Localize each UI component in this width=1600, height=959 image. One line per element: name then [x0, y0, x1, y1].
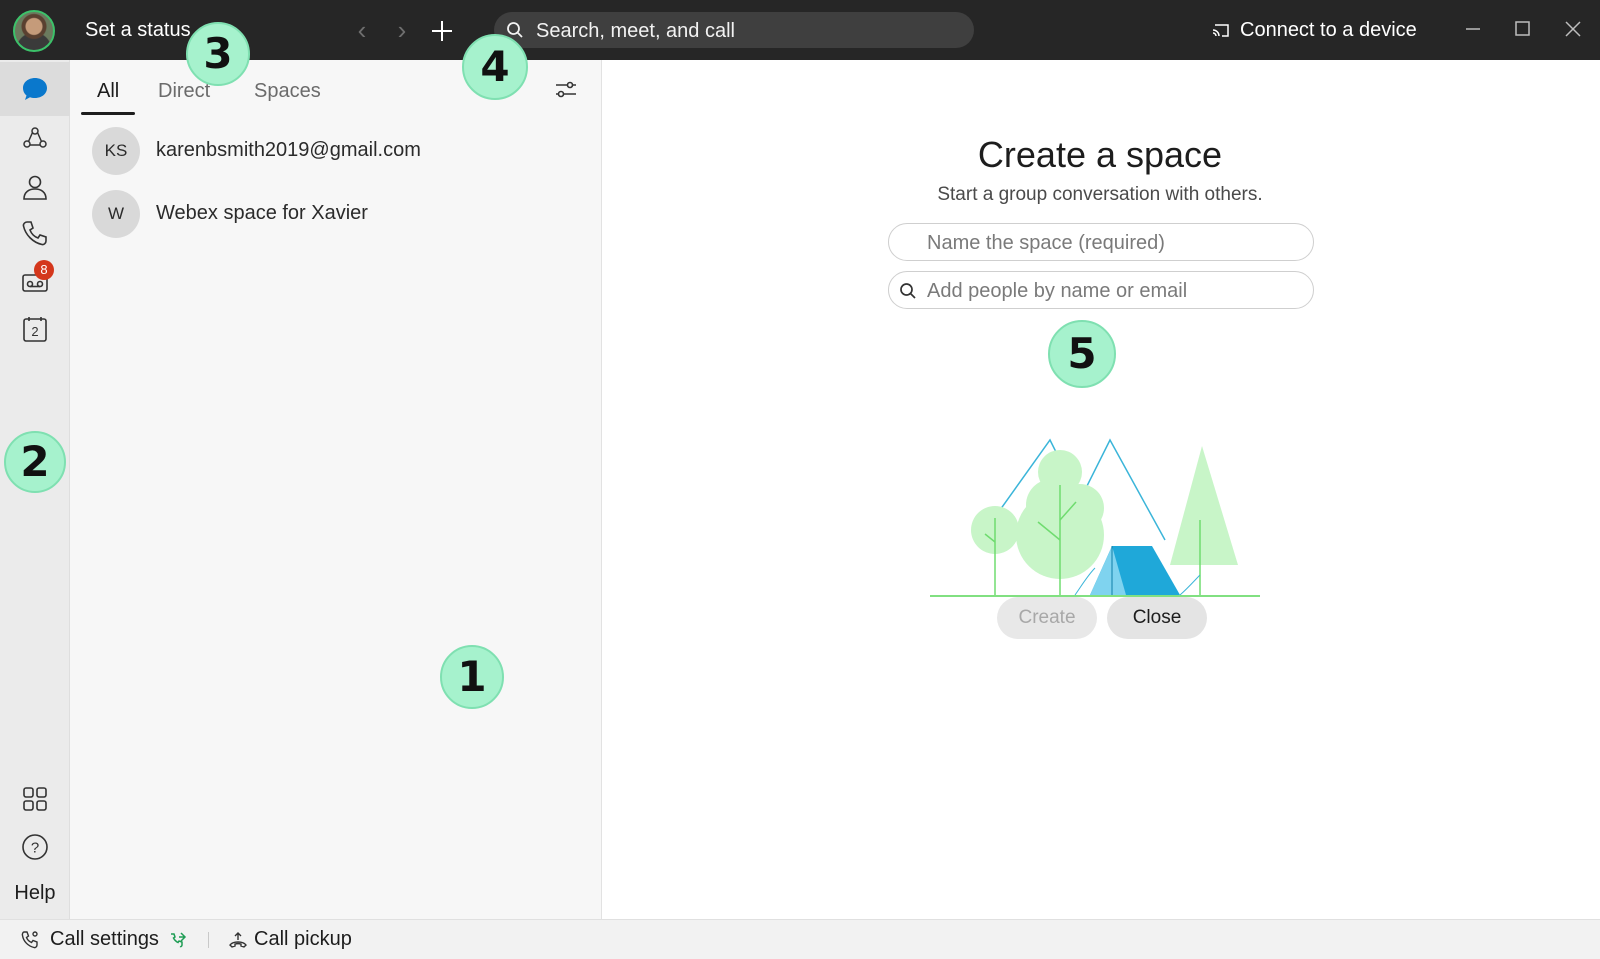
list-item[interactable]: KS karenbsmith2019@gmail.com	[70, 121, 602, 181]
call-settings-label: Call settings	[50, 928, 159, 950]
set-status-button[interactable]: Set a status	[85, 19, 191, 42]
svg-text:?: ?	[31, 840, 39, 857]
conversation-list-panel: All Direct Spaces KS karenbsmith2019@gma…	[70, 60, 602, 919]
list-item[interactable]: W Webex space for Xavier	[70, 184, 602, 244]
camping-illustration	[930, 438, 1260, 597]
space-name-input[interactable]: Name the space (required)	[888, 223, 1314, 261]
close-button[interactable]: Close	[1107, 597, 1207, 639]
callout-marker: 2	[4, 431, 66, 493]
forward-arrow-icon[interactable]: ›	[388, 16, 416, 44]
add-people-placeholder: Add people by name or email	[927, 280, 1188, 302]
phone-settings-icon	[21, 931, 38, 949]
calendar-day: 2	[31, 324, 38, 339]
avatar: KS	[92, 127, 140, 175]
add-people-input[interactable]: Add people by name or email	[888, 271, 1314, 309]
apps-grid-icon	[23, 787, 47, 811]
space-name-placeholder: Name the space (required)	[927, 232, 1165, 254]
help-icon: ?	[22, 834, 48, 860]
teams-icon	[23, 127, 47, 148]
rail-item-voicemail[interactable]: 8	[0, 254, 70, 308]
connect-label: Connect to a device	[1240, 19, 1417, 41]
call-pickup-icon	[229, 932, 247, 948]
call-pickup-label: Call pickup	[254, 928, 352, 950]
plus-icon[interactable]	[424, 14, 460, 48]
call-settings-button[interactable]: Call settings	[20, 928, 200, 952]
callout-marker: 3	[186, 22, 250, 86]
avatar: W	[92, 190, 140, 238]
search-icon	[900, 283, 916, 299]
phone-icon	[22, 221, 47, 246]
page-title: Create a space	[977, 134, 1223, 175]
callout-marker: 5	[1048, 320, 1116, 388]
divider	[208, 932, 209, 948]
create-button[interactable]: Create	[997, 597, 1097, 639]
minimize-icon[interactable]	[1458, 14, 1488, 44]
user-avatar[interactable]	[13, 10, 55, 52]
chat-bubble-icon	[23, 78, 47, 100]
create-space-panel: Create a space Start a group conversatio…	[602, 60, 1600, 919]
voicemail-badge: 8	[34, 260, 54, 280]
search-bar[interactable]: Search, meet, and call	[494, 12, 974, 48]
rail-item-messaging[interactable]	[0, 62, 70, 116]
rail-item-meetings[interactable]: 2	[0, 302, 70, 356]
callout-marker: 4	[462, 34, 528, 100]
conversation-name: karenbsmith2019@gmail.com	[156, 139, 421, 161]
help-label[interactable]: Help	[0, 882, 70, 905]
rail-item-apps[interactable]	[0, 772, 70, 826]
back-arrow-icon[interactable]: ‹	[348, 16, 376, 44]
bottom-status-bar: Call settings Call pickup	[0, 919, 1600, 959]
person-icon	[23, 175, 47, 200]
calendar-icon: 2	[23, 317, 47, 342]
active-tab-indicator	[81, 112, 135, 115]
maximize-icon[interactable]	[1508, 14, 1538, 44]
rail-item-teams[interactable]	[0, 112, 70, 166]
call-forward-icon	[171, 932, 187, 948]
tab-spaces[interactable]: Spaces	[254, 80, 321, 103]
tab-direct[interactable]: Direct	[158, 80, 210, 103]
tab-all[interactable]: All	[97, 80, 119, 103]
close-window-icon[interactable]	[1558, 14, 1588, 44]
cast-icon	[1212, 24, 1229, 37]
search-placeholder: Search, meet, and call	[536, 20, 735, 42]
callout-marker: 1	[440, 645, 504, 709]
rail-item-help[interactable]: ?	[0, 820, 70, 874]
rail-item-calling[interactable]	[0, 206, 70, 260]
conversation-name: Webex space for Xavier	[156, 202, 368, 224]
call-pickup-button[interactable]: Call pickup	[228, 928, 368, 952]
filter-icon[interactable]	[550, 76, 582, 104]
page-subtitle: Start a group conversation with others.	[937, 184, 1263, 205]
